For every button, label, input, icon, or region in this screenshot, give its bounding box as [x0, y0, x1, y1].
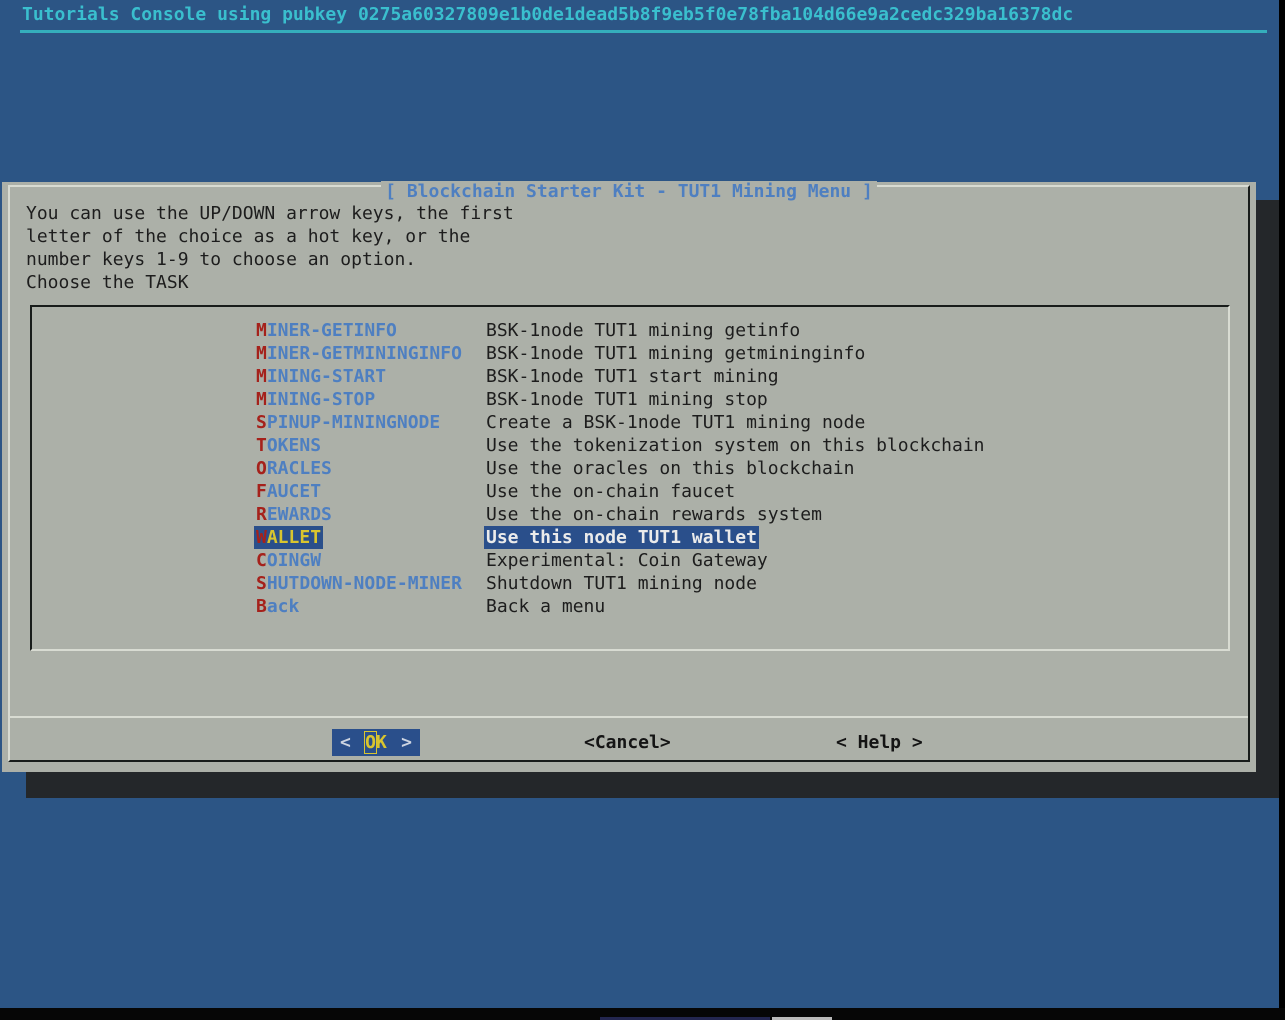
tag-rest: PINUP-MININGNODE — [267, 412, 440, 433]
tag-rest: OKENS — [267, 435, 321, 456]
menu-item-description: Use the tokenization system on this bloc… — [486, 435, 987, 456]
menu-item-Back[interactable]: BackBack a menu — [32, 595, 1228, 618]
button-separator — [10, 716, 1248, 718]
hotkey-letter: O — [256, 458, 267, 479]
hotkey-letter: M — [256, 343, 267, 364]
menu-item-tag: SHUTDOWN-NODE-MINER — [256, 572, 486, 595]
menu-item-description: Create a BSK-1node TUT1 mining node — [486, 412, 867, 433]
terminal-title-text: Tutorials Console using pubkey 0275a6032… — [22, 3, 1255, 26]
menu-item-description: Shutdown TUT1 mining node — [486, 573, 759, 594]
tag-rest: HUTDOWN-NODE-MINER — [267, 573, 462, 594]
tag-rest: ALLET — [267, 527, 321, 548]
menu-item-TOKENS[interactable]: TOKENSUse the tokenization system on thi… — [32, 434, 1228, 457]
menu-item-MINER-GETINFO[interactable]: MINER-GETINFOBSK-1node TUT1 mining getin… — [32, 319, 1228, 342]
tag-rest: INING-START — [267, 366, 386, 387]
instruction-line: number keys 1-9 to choose an option. — [26, 248, 514, 271]
hotkey-letter: M — [256, 366, 267, 387]
menu-item-description: Use this node TUT1 wallet — [486, 527, 759, 548]
ok-bracket-right: > — [401, 731, 412, 754]
menu-item-description: BSK-1node TUT1 mining getinfo — [486, 320, 802, 341]
hotkey-letter: F — [256, 481, 267, 502]
menu-list: MINER-GETINFOBSK-1node TUT1 mining getin… — [30, 305, 1230, 651]
menu-item-tag: REWARDS — [256, 503, 486, 526]
menu-item-description: BSK-1node TUT1 start mining — [486, 366, 781, 387]
menu-item-tag: FAUCET — [256, 480, 486, 503]
hotkey-letter: S — [256, 573, 267, 594]
menu-item-tag: Back — [256, 595, 486, 618]
hotkey-letter: S — [256, 412, 267, 433]
menu-item-SHUTDOWN-NODE-MINER[interactable]: SHUTDOWN-NODE-MINERShutdown TUT1 mining … — [32, 572, 1228, 595]
menu-item-tag: COINGW — [256, 549, 486, 572]
hotkey-letter: M — [256, 389, 267, 410]
instruction-line: Choose the TASK — [26, 271, 514, 294]
menu-item-description: Use the on-chain rewards system — [486, 504, 824, 525]
hotkey-letter: R — [256, 504, 267, 525]
screen-bottom-bar — [0, 1008, 1285, 1020]
menu-item-SPINUP-MININGNODE[interactable]: SPINUP-MININGNODECreate a BSK-1node TUT1… — [32, 411, 1228, 434]
menu-item-COINGW[interactable]: COINGWExperimental: Coin Gateway — [32, 549, 1228, 572]
hotkey-letter: T — [256, 435, 267, 456]
menu-item-tag: WALLET — [256, 526, 486, 549]
tag-rest: INER-GETMININGINFO — [267, 343, 462, 364]
menu-item-description: Use the on-chain faucet — [486, 481, 737, 502]
menu-item-WALLET[interactable]: WALLETUse this node TUT1 wallet — [32, 526, 1228, 549]
tag-rest: AUCET — [267, 481, 321, 502]
ok-bracket-left: < — [340, 731, 351, 754]
menu-item-MINING-STOP[interactable]: MINING-STOPBSK-1node TUT1 mining stop — [32, 388, 1228, 411]
ok-label: OK — [365, 731, 387, 754]
tag-rest: ack — [267, 596, 300, 617]
tag-rest: RACLES — [267, 458, 332, 479]
tag-rest: INER-GETINFO — [267, 320, 397, 341]
hotkey-letter: W — [256, 527, 267, 548]
menu-item-ORACLES[interactable]: ORACLESUse the oracles on this blockchai… — [32, 457, 1228, 480]
help-button[interactable]: < Help > — [836, 729, 923, 756]
menu-item-tag: ORACLES — [256, 457, 486, 480]
menu-item-tag: SPINUP-MININGNODE — [256, 411, 486, 434]
menu-item-MINING-START[interactable]: MINING-STARTBSK-1node TUT1 start mining — [32, 365, 1228, 388]
menu-item-MINER-GETMININGINFO[interactable]: MINER-GETMININGINFOBSK-1node TUT1 mining… — [32, 342, 1228, 365]
menu-item-tag: MINER-GETMININGINFO — [256, 342, 486, 365]
tag-rest: EWARDS — [267, 504, 332, 525]
hotkey-letter: C — [256, 550, 267, 571]
menu-item-tag: MINING-START — [256, 365, 486, 388]
cancel-button[interactable]: <Cancel> — [584, 729, 671, 756]
menu-item-tag: MINER-GETINFO — [256, 319, 486, 342]
dialog-instructions: You can use the UP/DOWN arrow keys, the … — [26, 202, 514, 294]
menu-item-REWARDS[interactable]: REWARDSUse the on-chain rewards system — [32, 503, 1228, 526]
tag-rest: OINGW — [267, 550, 321, 571]
ok-button[interactable]: < OK > — [332, 729, 420, 756]
hotkey-letter: B — [256, 596, 267, 617]
terminal-cursor: O — [365, 732, 376, 753]
instruction-line: letter of the choice as a hot key, or th… — [26, 225, 514, 248]
terminal-title-rule — [20, 30, 1267, 33]
menu-item-tag: TOKENS — [256, 434, 486, 457]
hotkey-letter: M — [256, 320, 267, 341]
mining-menu-dialog: [ Blockchain Starter Kit - TUT1 Mining M… — [2, 182, 1256, 772]
menu-item-tag: MINING-STOP — [256, 388, 486, 411]
screen-right-edge — [1279, 0, 1285, 1020]
menu-item-description: BSK-1node TUT1 mining stop — [486, 389, 770, 410]
instruction-line: You can use the UP/DOWN arrow keys, the … — [26, 202, 514, 225]
menu-item-description: Use the oracles on this blockchain — [486, 458, 856, 479]
menu-item-description: Experimental: Coin Gateway — [486, 550, 770, 571]
menu-item-FAUCET[interactable]: FAUCETUse the on-chain faucet — [32, 480, 1228, 503]
menu-item-description: Back a menu — [486, 596, 607, 617]
dialog-title: [ Blockchain Starter Kit - TUT1 Mining M… — [2, 180, 1256, 203]
tag-rest: INING-STOP — [267, 389, 375, 410]
menu-item-description: BSK-1node TUT1 mining getmininginfo — [486, 343, 867, 364]
